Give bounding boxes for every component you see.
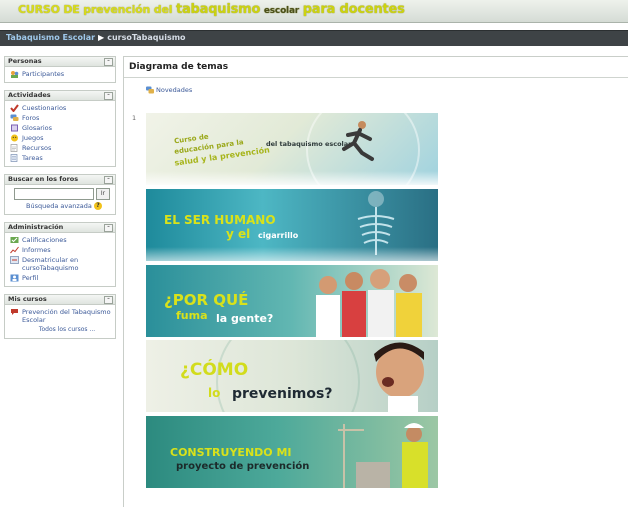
block-actividades: Actividades – Cuestionarios Foros Glosar… bbox=[4, 90, 116, 167]
banner-course-intro[interactable]: Curso de educación para la salud y la pr… bbox=[146, 113, 438, 185]
breadcrumb-home-link[interactable]: Tabaquismo Escolar bbox=[6, 33, 95, 42]
banner5-line2: proyecto de prevención bbox=[176, 461, 310, 472]
collapse-toggle-icon[interactable]: – bbox=[104, 58, 113, 66]
left-sidebar: Personas – Participantes Actividades – C… bbox=[4, 56, 116, 346]
forums-link[interactable]: Foros bbox=[8, 113, 112, 123]
participants-link[interactable]: Participantes bbox=[8, 69, 112, 79]
banner2-line1: EL SER HUMANO bbox=[164, 213, 276, 227]
banner4-line3: prevenimos? bbox=[232, 386, 333, 402]
advanced-search-link[interactable]: Búsqueda avanzada bbox=[26, 202, 92, 210]
banner2-line2: y el bbox=[226, 227, 251, 241]
block-title: Buscar en los foros bbox=[8, 175, 79, 183]
banner-prevention-project[interactable]: CONSTRUYENDO MI proyecto de prevención bbox=[146, 416, 438, 488]
block-header: Buscar en los foros – bbox=[5, 175, 115, 185]
block-header: Administración – bbox=[5, 223, 115, 233]
resources-link[interactable]: Recursos bbox=[8, 143, 112, 153]
site-header: CURSO DE prevención del tabaquismo escol… bbox=[0, 0, 628, 23]
banner3-line1: ¿POR QUÉ bbox=[164, 291, 249, 309]
forum-icon bbox=[10, 114, 19, 121]
block-buscar-foros: Buscar en los foros – Ir Búsqueda avanza… bbox=[4, 174, 116, 215]
grades-link[interactable]: Calificaciones bbox=[8, 235, 112, 245]
unenrol-link[interactable]: Desmatricular en cursoTabaquismo bbox=[8, 255, 112, 273]
site-title-part2: tabaquismo bbox=[175, 2, 261, 17]
resource-icon bbox=[10, 144, 18, 152]
banner-human-body[interactable]: EL SER HUMANO y el cigarrillo bbox=[146, 189, 438, 261]
block-personas: Personas – Participantes bbox=[4, 56, 116, 83]
banner5-line1: CONSTRUYENDO MI bbox=[170, 446, 292, 459]
banner4-line1: ¿CÓMO bbox=[180, 360, 249, 380]
site-title-part4: para docentes bbox=[302, 2, 405, 17]
site-title-part3: escolar bbox=[263, 6, 300, 16]
construction-scene bbox=[338, 423, 428, 488]
assignment-icon bbox=[10, 154, 18, 162]
forum-search-button[interactable]: Ir bbox=[96, 188, 110, 200]
grades-icon bbox=[10, 237, 19, 243]
block-administracion: Administración – Calificaciones Informes… bbox=[4, 222, 116, 287]
assignments-link[interactable]: Tareas bbox=[8, 153, 112, 163]
all-courses-link[interactable]: Todos los cursos ... bbox=[22, 325, 112, 335]
forum-search-input[interactable] bbox=[14, 188, 94, 200]
profile-icon bbox=[10, 274, 19, 282]
block-header: Mis cursos – bbox=[5, 295, 115, 305]
block-header: Actividades – bbox=[5, 91, 115, 101]
section-number: 1 bbox=[132, 114, 137, 122]
shouting-face bbox=[374, 342, 424, 412]
reports-link[interactable]: Informes bbox=[8, 245, 112, 255]
banner2-line3: cigarrillo bbox=[258, 231, 299, 240]
game-icon bbox=[11, 134, 18, 142]
course-link[interactable]: Prevención del Tabaquismo Escolar bbox=[8, 307, 112, 325]
glossary-icon bbox=[11, 124, 18, 132]
breadcrumb-separator-icon: ▶ bbox=[98, 33, 105, 42]
banner3-line3: la gente? bbox=[216, 312, 274, 325]
collapse-toggle-icon[interactable]: – bbox=[104, 92, 113, 100]
banner3-line2: fuma bbox=[176, 309, 208, 322]
breadcrumb-current: cursoTabaquismo bbox=[107, 33, 186, 42]
navbar: Tabaquismo Escolar ▶ cursoTabaquismo bbox=[0, 30, 628, 46]
banner-how-prevent[interactable]: ¿CÓMO lo prevenimos? bbox=[146, 340, 438, 412]
course-icon bbox=[11, 309, 18, 315]
site-title-part1: CURSO DE prevención del bbox=[18, 3, 173, 16]
news-forum-link[interactable]: Novedades bbox=[146, 86, 192, 94]
quiz-icon bbox=[10, 104, 19, 112]
profile-link[interactable]: Perfil bbox=[8, 273, 112, 283]
reports-icon bbox=[10, 246, 19, 254]
runner-figure bbox=[342, 121, 374, 161]
main-content: Diagrama de temas Novedades 1 Curso de e… bbox=[123, 56, 628, 507]
help-icon[interactable]: ? bbox=[94, 202, 102, 210]
block-mis-cursos: Mis cursos – Prevención del Tabaquismo E… bbox=[4, 294, 116, 339]
banner4-line2: lo bbox=[208, 386, 221, 400]
block-header: Personas – bbox=[5, 57, 115, 67]
collapse-toggle-icon[interactable]: – bbox=[104, 296, 113, 304]
breadcrumb: Tabaquismo Escolar ▶ cursoTabaquismo bbox=[6, 33, 186, 42]
teenagers-group bbox=[316, 269, 422, 337]
banner-why-smoke[interactable]: ¿POR QUÉ fuma la gente? bbox=[146, 265, 438, 337]
participants-icon bbox=[11, 71, 19, 78]
page-title: Diagrama de temas bbox=[124, 57, 628, 78]
collapse-toggle-icon[interactable]: – bbox=[104, 176, 113, 184]
quizzes-link[interactable]: Cuestionarios bbox=[8, 103, 112, 113]
block-title: Mis cursos bbox=[8, 295, 47, 303]
collapse-toggle-icon[interactable]: – bbox=[104, 224, 113, 232]
site-title: CURSO DE prevención del tabaquismo escol… bbox=[18, 2, 405, 17]
games-link[interactable]: Juegos bbox=[8, 133, 112, 143]
block-title: Actividades bbox=[8, 91, 51, 99]
block-title: Personas bbox=[8, 57, 42, 65]
forum-icon bbox=[146, 86, 154, 94]
unenrol-icon bbox=[10, 256, 19, 264]
glossaries-link[interactable]: Glosarios bbox=[8, 123, 112, 133]
block-title: Administración bbox=[8, 223, 64, 231]
